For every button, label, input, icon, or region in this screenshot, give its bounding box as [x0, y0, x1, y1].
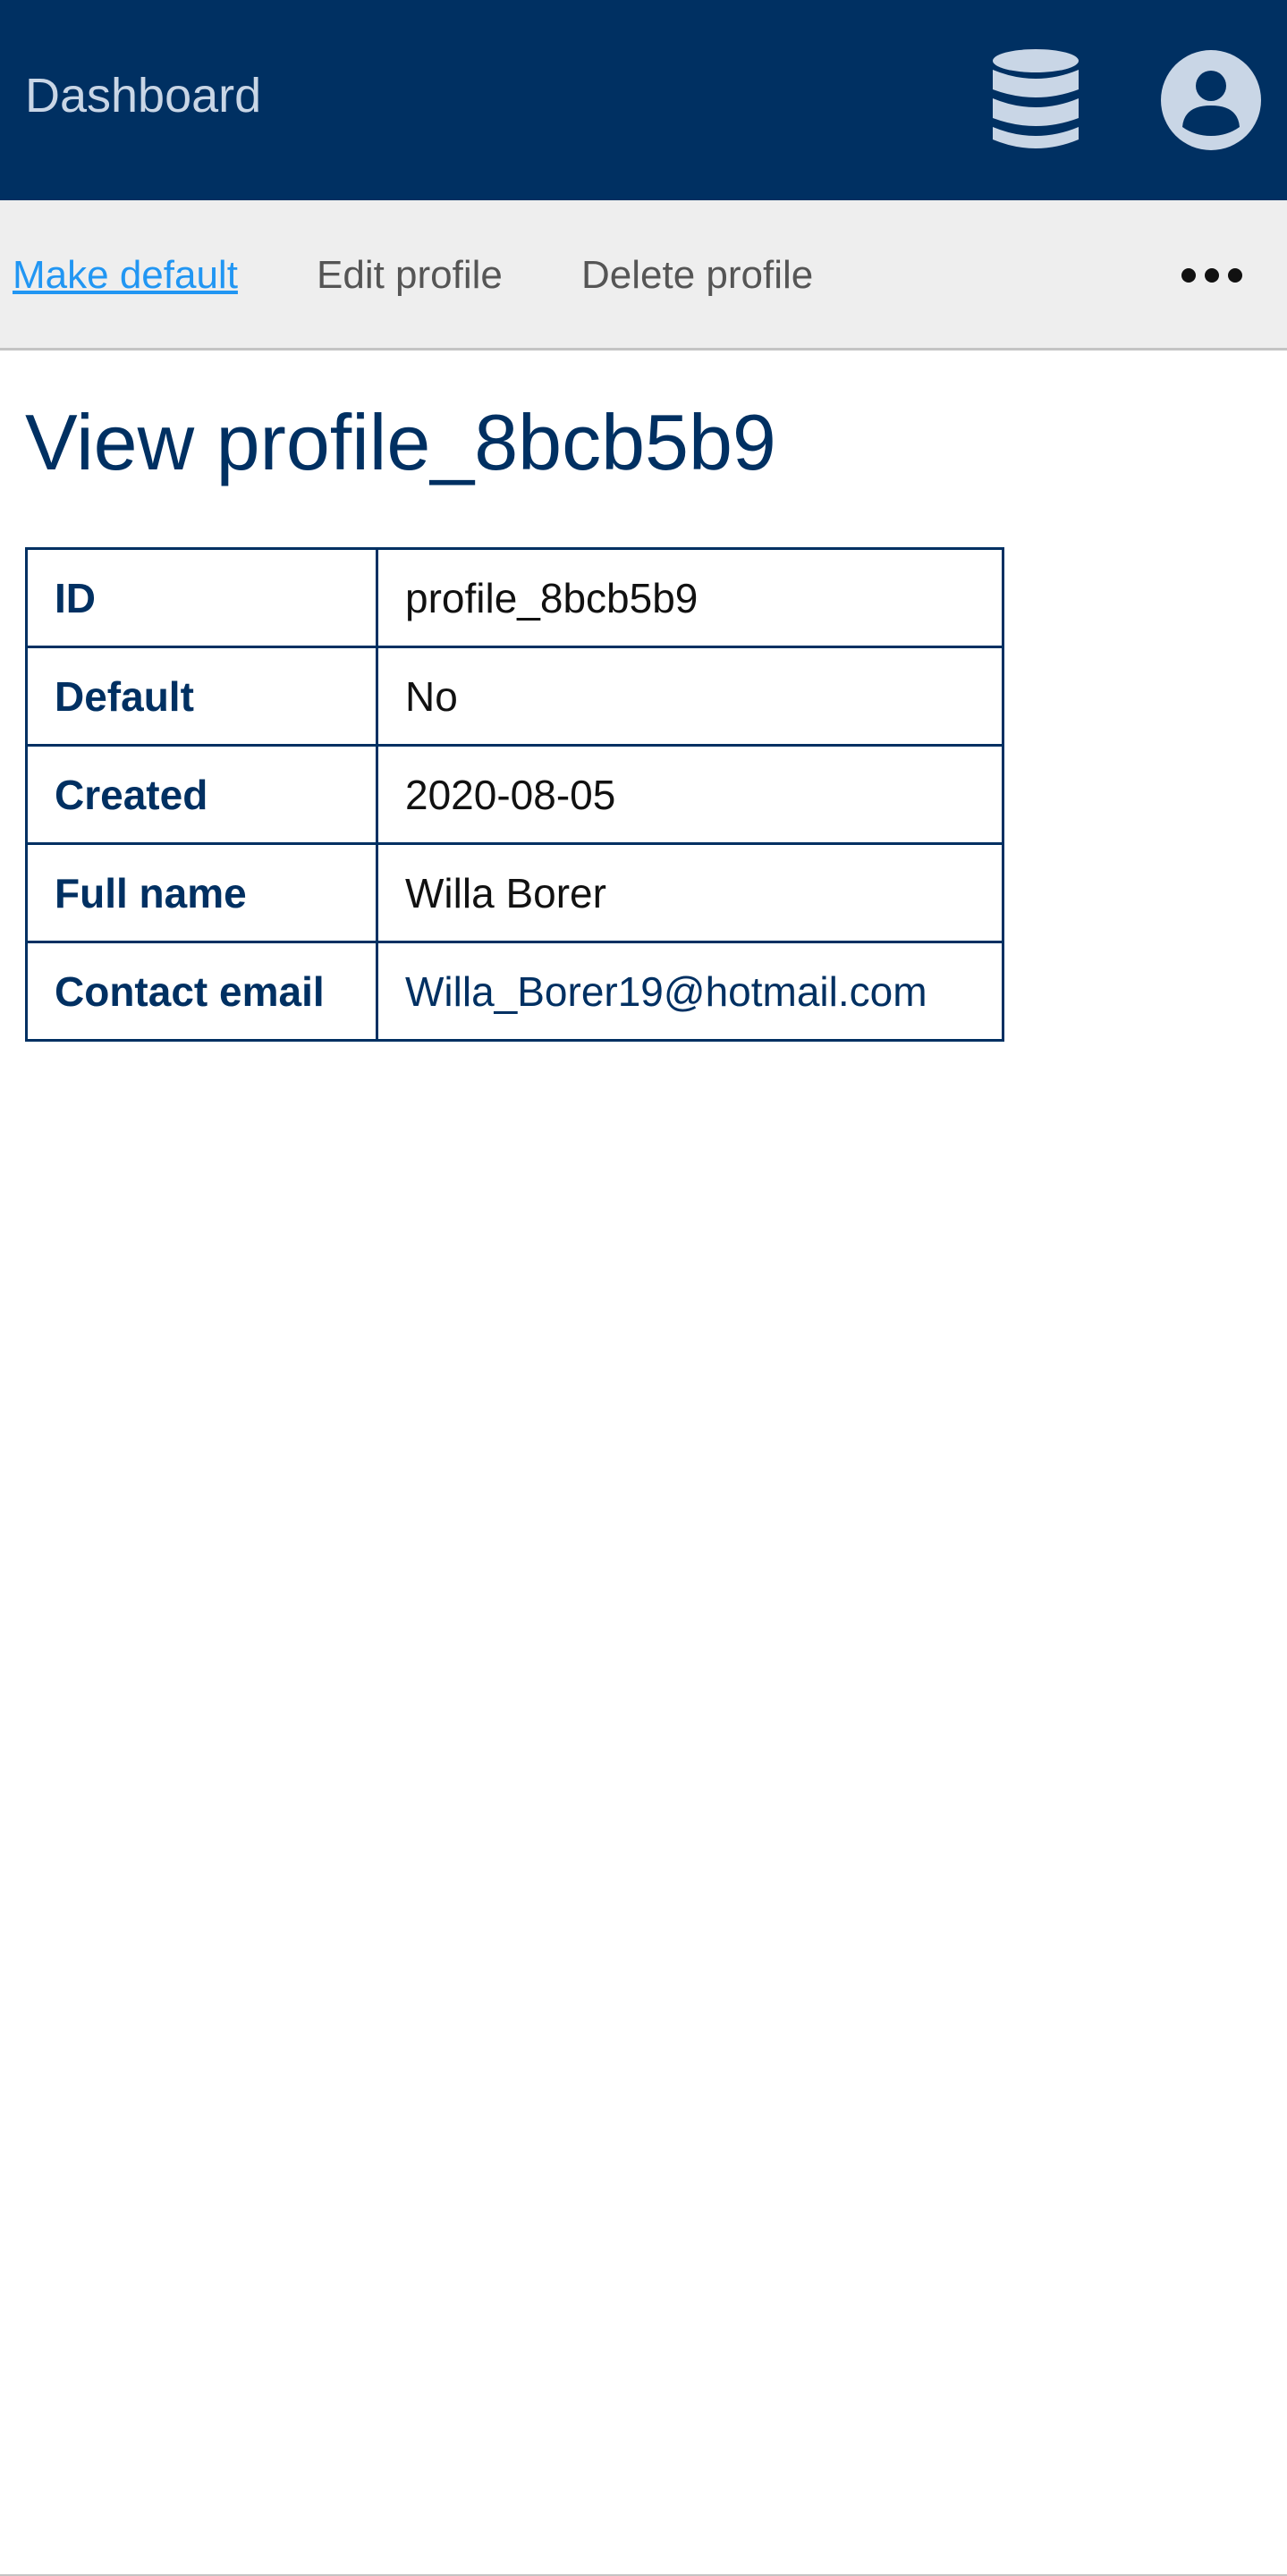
profile-actions-toolbar: Make default Edit profile Delete profile [0, 200, 1287, 351]
page-title: View profile_8bcb5b9 [25, 398, 776, 486]
detail-value-created: 2020-08-05 [376, 744, 1004, 845]
detail-label-id: ID [25, 547, 378, 648]
dashboard-link[interactable]: Dashboard [25, 64, 261, 127]
table-row: ID profile_8bcb5b9 [25, 547, 1004, 648]
detail-value-full-name: Willa Borer [376, 842, 1004, 943]
profile-details-table: ID profile_8bcb5b9 Default No Created 20… [25, 547, 1004, 1042]
more-horizontal-icon[interactable] [1179, 258, 1245, 293]
table-row: Full name Willa Borer [25, 842, 1004, 943]
database-icon[interactable] [991, 48, 1080, 152]
detail-value-id: profile_8bcb5b9 [376, 547, 1004, 648]
top-navbar: Dashboard [0, 0, 1287, 200]
contact-email-link[interactable]: Willa_Borer19@hotmail.com [405, 968, 927, 1015]
detail-value-default: No [376, 646, 1004, 747]
detail-label-full-name: Full name [25, 842, 378, 943]
table-row: Contact email Willa_Borer19@hotmail.com [25, 941, 1004, 1042]
make-default-button[interactable]: Make default [13, 250, 238, 300]
edit-profile-button[interactable]: Edit profile [317, 250, 503, 300]
table-row: Default No [25, 646, 1004, 747]
table-row: Created 2020-08-05 [25, 744, 1004, 845]
delete-profile-button[interactable]: Delete profile [581, 250, 813, 300]
detail-label-default: Default [25, 646, 378, 747]
detail-value-contact-email: Willa_Borer19@hotmail.com [376, 941, 1004, 1042]
user-account-icon[interactable] [1161, 50, 1261, 150]
detail-label-created: Created [25, 744, 378, 845]
detail-label-contact-email: Contact email [25, 941, 378, 1042]
